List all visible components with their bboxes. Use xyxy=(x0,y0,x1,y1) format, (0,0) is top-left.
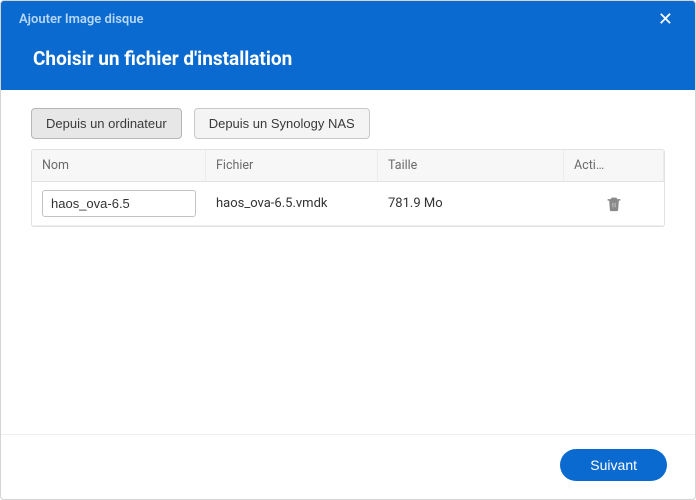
close-button[interactable]: ✕ xyxy=(654,5,677,34)
dialog-header: Ajouter Image disque ✕ Choisir un fichie… xyxy=(1,1,695,90)
image-name-input[interactable] xyxy=(42,190,196,217)
dialog-window: Ajouter Image disque ✕ Choisir un fichie… xyxy=(0,0,696,500)
delete-row-button[interactable] xyxy=(564,189,664,219)
table-row: haos_ova-6.5.vmdk 781.9 Mo xyxy=(32,182,664,226)
cell-file: haos_ova-6.5.vmdk xyxy=(206,190,378,217)
tab-from-nas[interactable]: Depuis un Synology NAS xyxy=(194,108,370,139)
cell-size: 781.9 Mo xyxy=(378,190,564,217)
next-button[interactable]: Suivant xyxy=(560,449,667,481)
titlebar: Ajouter Image disque ✕ xyxy=(19,1,677,37)
tab-from-computer[interactable]: Depuis un ordinateur xyxy=(31,108,182,139)
trash-icon xyxy=(605,195,623,213)
dialog-body: Depuis un ordinateur Depuis un Synology … xyxy=(1,90,695,434)
dialog-footer: Suivant xyxy=(1,434,695,499)
col-header-size: Taille xyxy=(378,150,564,181)
source-tabbar: Depuis un ordinateur Depuis un Synology … xyxy=(31,108,665,139)
table-header: Nom Fichier Taille Acti… xyxy=(32,150,664,182)
close-icon: ✕ xyxy=(658,9,673,30)
col-header-name: Nom xyxy=(32,150,206,181)
table-body: haos_ova-6.5.vmdk 781.9 Mo xyxy=(32,182,664,226)
window-title: Ajouter Image disque xyxy=(19,12,144,27)
header-subtitle-area: Choisir un fichier d'installation xyxy=(19,37,677,90)
file-table: Nom Fichier Taille Acti… haos_ova-6.5.vm… xyxy=(31,149,665,227)
col-header-actions: Acti… xyxy=(564,150,664,181)
col-header-file: Fichier xyxy=(206,150,378,181)
cell-name xyxy=(32,184,206,223)
page-title: Choisir un fichier d'installation xyxy=(33,47,677,70)
